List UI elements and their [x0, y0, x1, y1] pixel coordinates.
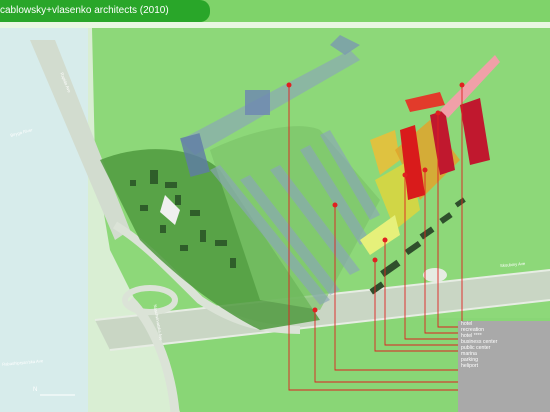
site-plan-frame: cablowsky+vlasenko architects (2010) Bir… — [0, 0, 550, 412]
blue-block — [245, 90, 270, 115]
roundabout — [423, 268, 447, 282]
legend-item-heliport: heliport — [461, 363, 479, 369]
north-indicator: N — [33, 387, 38, 393]
legend-panel: hotel recreation hotel **** business cen… — [458, 321, 550, 412]
